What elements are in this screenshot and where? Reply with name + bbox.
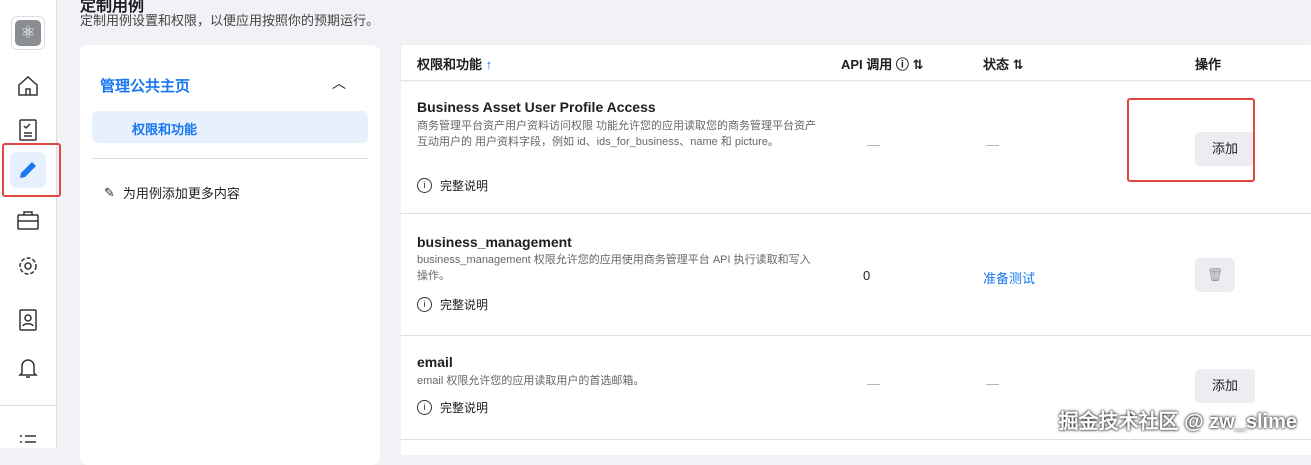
app-icon[interactable]: ⚛ (11, 16, 45, 50)
divider (92, 158, 368, 159)
trash-icon: 🗑 (1206, 267, 1224, 282)
atom-icon: ⚛ (15, 20, 41, 46)
add-more-label: 为用例添加更多内容 (122, 186, 240, 201)
col-status[interactable]: 状态 ⇅ (983, 54, 1024, 73)
info-icon: i (417, 178, 432, 193)
permission-description: business_management 权限允许您的应用使用商务管理平台 API… (417, 254, 811, 282)
table-row: business_management business_management … (401, 214, 1311, 336)
permission-name: email (417, 354, 453, 370)
bell-icon[interactable] (10, 350, 46, 386)
api-calls: — (867, 137, 880, 152)
table-row: Business Asset User Profile Access 商务管理平… (401, 81, 1311, 214)
gear-icon[interactable] (10, 248, 46, 284)
status: — (986, 137, 999, 152)
nav-item-permissions[interactable]: 权限和功能 (92, 111, 368, 143)
list-icon[interactable] (10, 424, 46, 460)
full-description-link[interactable]: i 完整说明 (417, 399, 488, 416)
home-icon[interactable] (10, 68, 46, 104)
page-subtitle: 定制用例设置和权限，以便应用按照你的预期运行。 (80, 13, 380, 28)
permission-name: business_management (417, 234, 572, 250)
add-more-link[interactable]: ✎ 为用例添加更多内容 (104, 183, 240, 202)
add-button[interactable]: 添加 (1195, 369, 1255, 403)
col-api-calls[interactable]: API 调用 ⓘ ⇅ (841, 54, 923, 73)
watermark: 掘金技术社区 @ zw_slime (1058, 411, 1297, 433)
api-calls: — (867, 376, 880, 391)
permission-description: email 权限允许您的应用读取用户的首选邮箱。 (417, 375, 645, 387)
use-case-panel: 管理公共主页 ︿ 权限和功能 ✎ 为用例添加更多内容 (80, 45, 380, 465)
full-description-link[interactable]: i 完整说明 (417, 177, 488, 194)
status: — (986, 376, 999, 391)
briefcase-icon[interactable] (10, 202, 46, 238)
col-actions: 操作 (1195, 57, 1222, 72)
info-icon: i (417, 297, 432, 312)
table-header: 权限和功能 ↑ API 调用 ⓘ ⇅ 状态 ⇅ 操作 (401, 45, 1311, 81)
info-icon: i (417, 400, 432, 415)
status[interactable]: 准备测试 (983, 268, 1035, 287)
pencil-outline-icon: ✎ (104, 184, 115, 200)
api-calls: 0 (863, 268, 871, 283)
group-title[interactable]: 管理公共主页 (100, 75, 190, 96)
permissions-table: 权限和功能 ↑ API 调用 ⓘ ⇅ 状态 ⇅ 操作 Business Asse… (401, 45, 1311, 455)
sort-icon: ⇅ (1012, 57, 1024, 72)
permission-description: 商务管理平台资产用户资料访问权限 功能允许您的应用读取您的商务管理平台资产互动用… (417, 120, 817, 148)
highlight-box (2, 143, 61, 197)
chevron-up-icon[interactable]: ︿ (332, 73, 346, 93)
left-nav: ⚛ (0, 0, 61, 448)
full-description-link[interactable]: i 完整说明 (417, 296, 488, 313)
contact-icon[interactable] (10, 302, 46, 338)
col-permissions[interactable]: 权限和功能 ↑ (417, 54, 492, 73)
highlight-box (1127, 98, 1255, 182)
sort-up-icon: ↑ (485, 57, 493, 72)
delete-button[interactable]: 🗑 (1195, 258, 1235, 292)
info-icon: ⓘ ⇅ (895, 57, 924, 72)
permission-name: Business Asset User Profile Access (417, 99, 656, 115)
